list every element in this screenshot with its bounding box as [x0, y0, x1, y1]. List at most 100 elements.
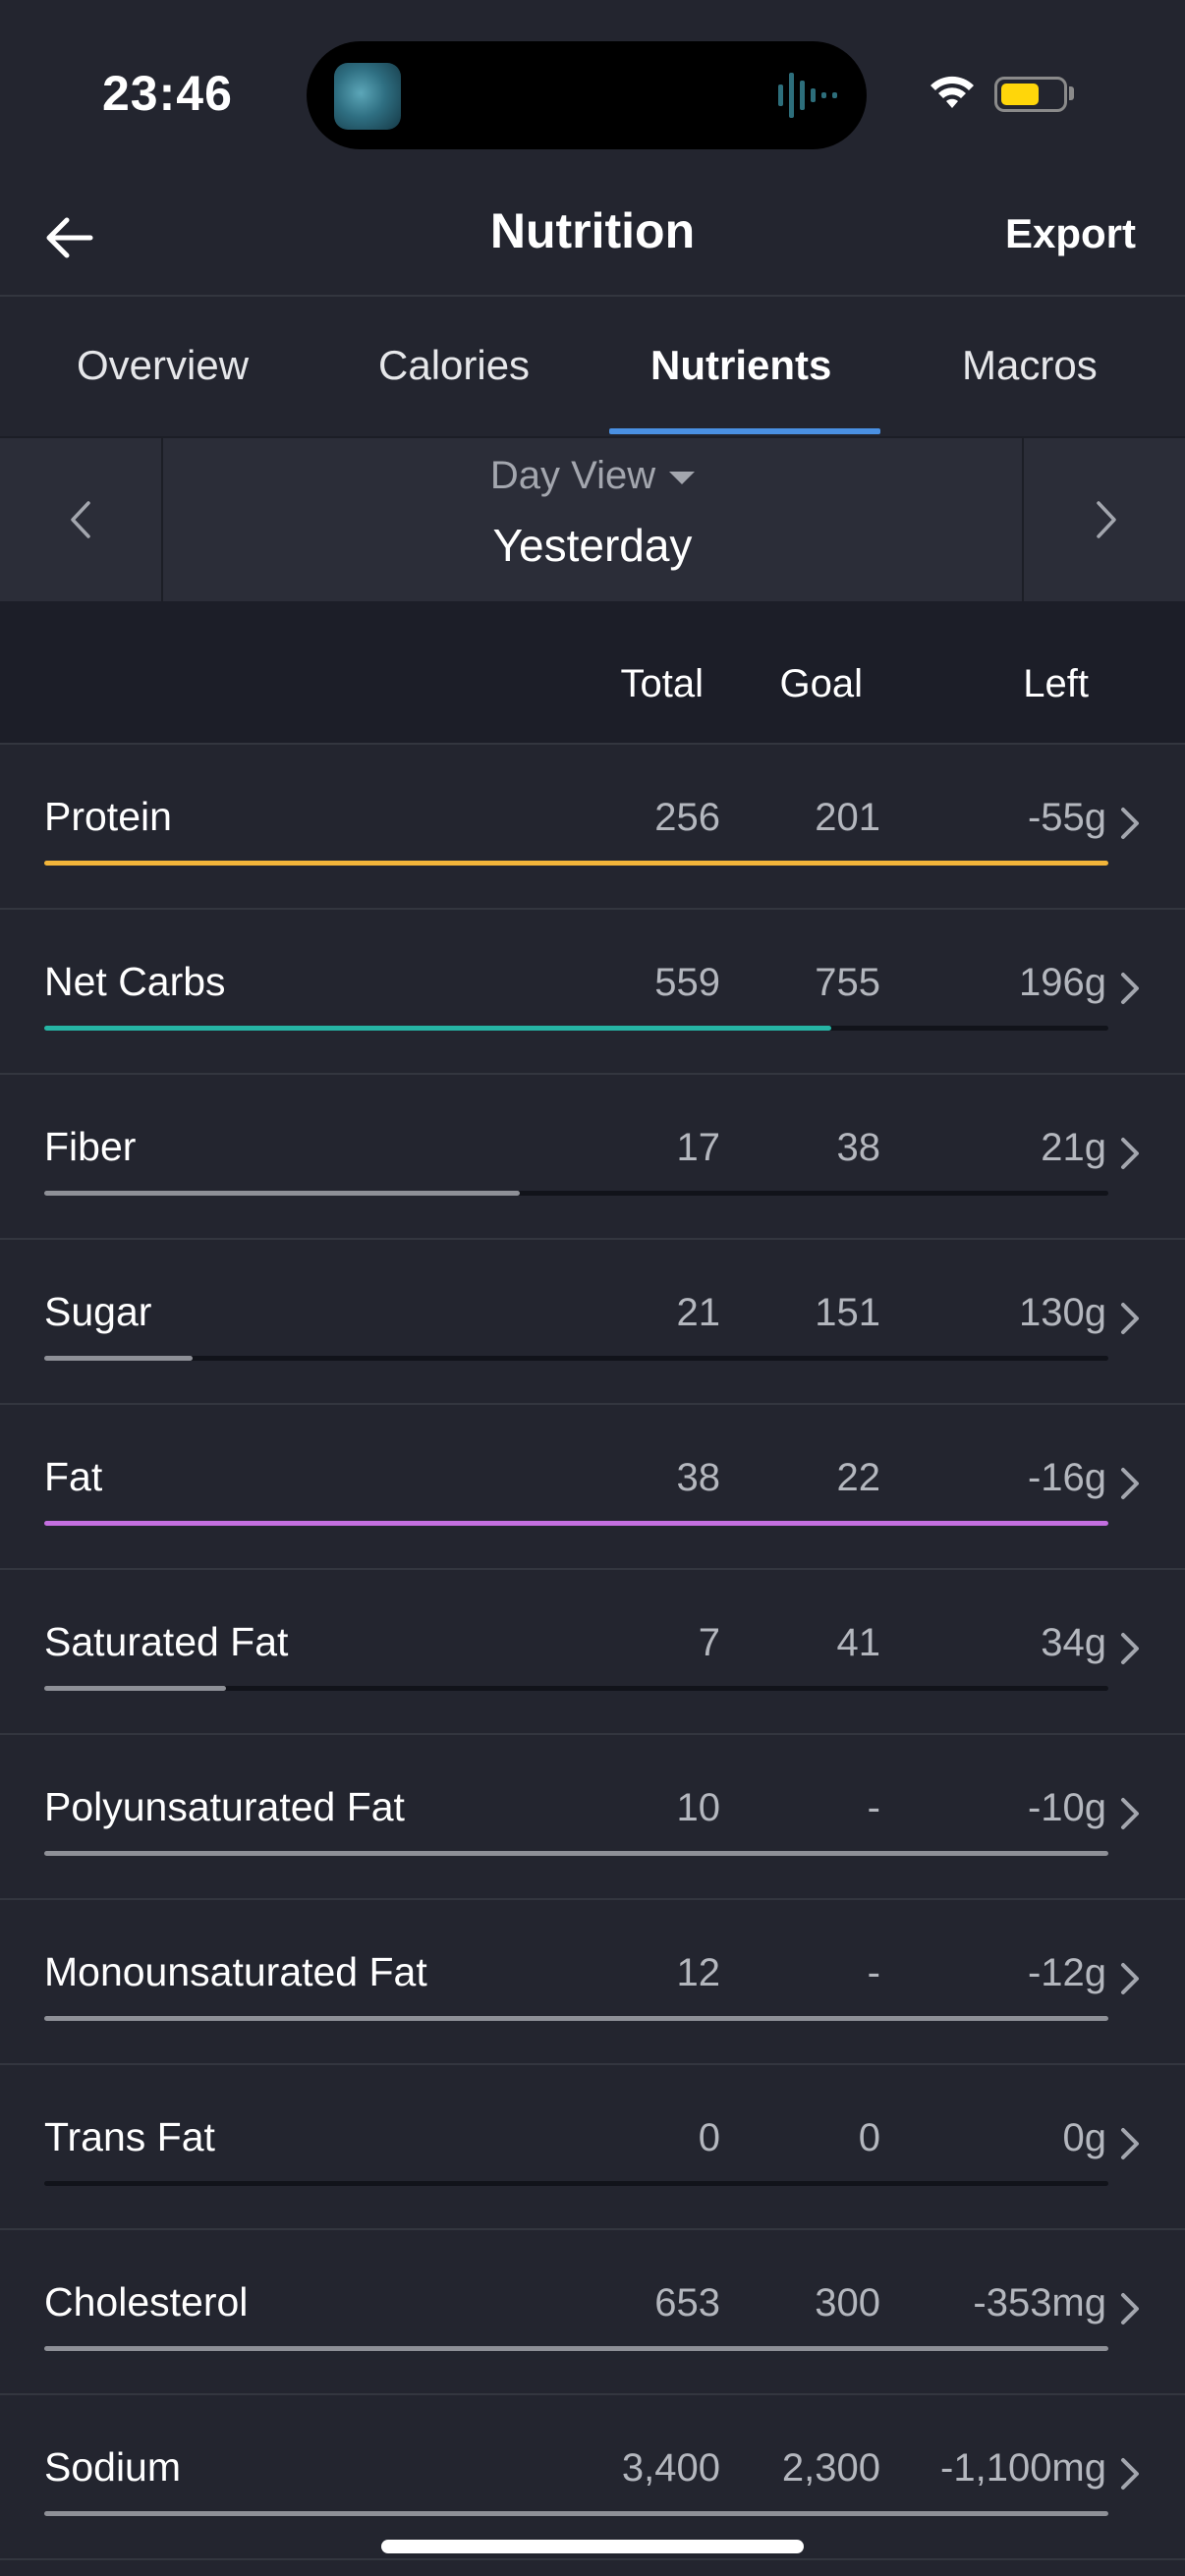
tab-nutrients[interactable]: Nutrients — [650, 342, 831, 389]
progress-bar-track — [44, 2016, 1108, 2021]
progress-bar-track — [44, 2346, 1108, 2351]
caret-down-icon — [669, 471, 696, 484]
nutrient-left: 130g — [1019, 1291, 1106, 1334]
nutrient-total: 256 — [654, 796, 720, 839]
tab-macros[interactable]: Macros — [962, 342, 1098, 389]
progress-bar-fill — [44, 1686, 226, 1691]
nutrient-total: 559 — [654, 961, 720, 1004]
chevron-right-icon — [1121, 1138, 1139, 1169]
nutrient-total: 12 — [676, 1951, 721, 1994]
nutrient-row[interactable]: Fat 38 22 -16g — [0, 1405, 1185, 1570]
nutrient-goal: 201 — [815, 796, 880, 839]
nutrient-goal: 38 — [836, 1126, 881, 1169]
chevron-right-icon — [1121, 808, 1139, 839]
chevron-right-icon — [1121, 1468, 1139, 1499]
progress-bar-fill — [44, 2016, 1108, 2021]
nutrient-name: Fiber — [44, 1124, 137, 1169]
nutrient-row[interactable]: Saturated Fat 7 41 34g — [0, 1570, 1185, 1735]
nutrient-name: Saturated Fat — [44, 1619, 289, 1664]
day-view-selector[interactable]: Day View — [0, 454, 1185, 498]
tab-calories[interactable]: Calories — [378, 342, 530, 389]
next-day-button[interactable] — [1022, 438, 1185, 603]
nutrient-row[interactable]: Monounsaturated Fat 12 - -12g — [0, 1900, 1185, 2065]
day-navigator: Day View Yesterday — [0, 436, 1185, 603]
nav-header: Nutrition Export — [0, 187, 1185, 297]
progress-bar-track — [44, 2511, 1108, 2516]
nutrient-total: 653 — [654, 2281, 720, 2324]
nutrient-total: 7 — [698, 1621, 720, 1664]
nutrient-name: Protein — [44, 794, 172, 839]
column-header-left: Left — [1023, 662, 1089, 705]
progress-bar-fill — [44, 1521, 1108, 1526]
wifi-icon — [931, 76, 974, 108]
chevron-right-icon — [1121, 2293, 1139, 2324]
chevron-right-icon — [1121, 1303, 1139, 1334]
nutrient-name: Monounsaturated Fat — [44, 1949, 427, 1994]
nutrient-list: Protein 256 201 -55g Net Carbs 559 755 196g Fibe… — [0, 745, 1185, 2560]
chevron-right-icon — [1121, 1633, 1139, 1664]
progress-bar-track — [44, 861, 1108, 866]
nutrient-total: 3,400 — [621, 2446, 720, 2490]
nutrient-row[interactable]: Cholesterol 653 300 -353mg — [0, 2230, 1185, 2395]
chevron-right-icon — [1121, 2458, 1139, 2490]
column-header-total: Total — [620, 662, 705, 705]
nutrient-left: 21g — [1041, 1126, 1106, 1169]
progress-bar-track — [44, 2181, 1108, 2186]
nutrient-total: 17 — [676, 1126, 721, 1169]
nutrient-total: 21 — [676, 1291, 721, 1334]
nutrient-left: 34g — [1041, 1621, 1106, 1664]
chevron-right-icon — [1121, 973, 1139, 1004]
nutrient-name: Trans Fat — [44, 2114, 215, 2159]
progress-bar-track — [44, 1026, 1108, 1031]
nutrient-row[interactable]: Polyunsaturated Fat 10 - -10g — [0, 1735, 1185, 1900]
status-bar: 23:46 — [0, 0, 1185, 187]
progress-bar-fill — [44, 861, 1108, 866]
chevron-right-icon — [1121, 1798, 1139, 1829]
nutrient-left: -16g — [1027, 1456, 1106, 1499]
nutrient-name: Fat — [44, 1454, 103, 1499]
nutrient-row[interactable]: Trans Fat 0 0 0g — [0, 2065, 1185, 2230]
nutrient-left: -353mg — [973, 2281, 1106, 2324]
column-header-goal: Goal — [779, 662, 864, 705]
selected-day-label: Yesterday — [492, 520, 693, 571]
nutrient-row[interactable]: Fiber 17 38 21g — [0, 1075, 1185, 1240]
export-button[interactable]: Export — [1005, 210, 1136, 257]
nutrient-goal: - — [867, 1951, 880, 1994]
nutrient-total: 38 — [676, 1456, 721, 1499]
active-tab-indicator — [609, 428, 880, 434]
nutrient-goal: 22 — [836, 1456, 881, 1499]
tab-overview[interactable]: Overview — [77, 342, 249, 389]
nutrient-row[interactable]: Net Carbs 559 755 196g — [0, 910, 1185, 1075]
progress-bar-fill — [44, 2346, 1108, 2351]
nutrient-goal: 0 — [858, 2116, 880, 2159]
progress-bar-track — [44, 1686, 1108, 1691]
nutrient-row[interactable]: Sugar 21 151 130g — [0, 1240, 1185, 1405]
nutrient-left: 0g — [1062, 2116, 1107, 2159]
nutrient-row[interactable]: Protein 256 201 -55g — [0, 745, 1185, 910]
progress-bar-track — [44, 1851, 1108, 1856]
nutrient-name: Sodium — [44, 2444, 182, 2490]
progress-bar-fill — [44, 1851, 1108, 1856]
progress-bar-track — [44, 1191, 1108, 1196]
nutrient-goal: 300 — [815, 2281, 880, 2324]
chevron-right-icon — [1121, 1963, 1139, 1994]
nutrient-goal: 755 — [815, 961, 880, 1004]
nutrient-left: 196g — [1019, 961, 1106, 1004]
nutrient-left: -1,100mg — [940, 2446, 1106, 2490]
chevron-right-icon — [1097, 501, 1116, 538]
audio-waveform-icon — [778, 73, 837, 118]
chevron-right-icon — [1121, 2128, 1139, 2159]
nutrient-goal: 151 — [815, 1291, 880, 1334]
nutrient-name: Cholesterol — [44, 2279, 249, 2324]
progress-bar-fill — [44, 2511, 1108, 2516]
progress-bar-track — [44, 1356, 1108, 1361]
battery-icon — [994, 77, 1067, 112]
progress-bar-track — [44, 1521, 1108, 1526]
progress-bar-fill — [44, 1191, 520, 1196]
progress-bar-fill — [44, 1026, 831, 1031]
nutrient-goal: 41 — [836, 1621, 881, 1664]
home-indicator — [381, 2540, 804, 2553]
now-playing-artwork — [334, 63, 401, 130]
nutrient-goal: - — [867, 1786, 880, 1829]
nutrient-row[interactable]: Sodium 3,400 2,300 -1,100mg — [0, 2395, 1185, 2560]
